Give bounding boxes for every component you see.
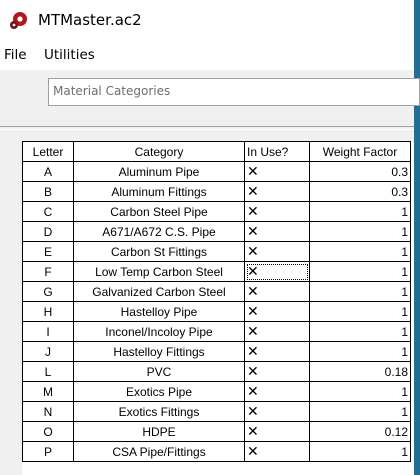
table-row[interactable]: G Galvanized Carbon Steel ✕ 1 bbox=[22, 281, 411, 302]
weight-factor-cell[interactable]: 1 bbox=[309, 341, 411, 362]
weight-factor-cell[interactable]: 1 bbox=[309, 221, 411, 242]
letter-cell[interactable]: O bbox=[22, 421, 74, 442]
weight-factor-cell[interactable]: 1 bbox=[309, 381, 411, 402]
weight-factor-cell[interactable]: 0.3 bbox=[309, 181, 411, 202]
in-use-cell[interactable]: ✕ bbox=[244, 441, 310, 462]
letter-cell[interactable]: L bbox=[22, 361, 74, 382]
weight-factor-cell[interactable]: 1 bbox=[309, 261, 411, 282]
weight-factor-cell[interactable]: 1 bbox=[309, 241, 411, 262]
weight-factor-cell[interactable]: 0.12 bbox=[309, 421, 411, 442]
category-cell[interactable]: Exotics Fittings bbox=[73, 401, 245, 422]
table-row[interactable]: B Aluminum Fittings ✕ 0.3 bbox=[22, 181, 411, 202]
category-cell[interactable]: Inconel/Incoloy Pipe bbox=[73, 321, 245, 342]
table-row[interactable]: L PVC ✕ 0.18 bbox=[22, 361, 411, 382]
menu-file[interactable]: File bbox=[4, 47, 27, 63]
in-use-cell[interactable]: ✕ bbox=[244, 281, 310, 302]
app-icon[interactable] bbox=[8, 9, 30, 31]
weight-factor-cell[interactable]: 1 bbox=[309, 201, 411, 222]
category-cell[interactable]: Aluminum Fittings bbox=[73, 181, 245, 202]
letter-cell[interactable]: J bbox=[22, 341, 74, 362]
table-row[interactable]: I Inconel/Incoloy Pipe ✕ 1 bbox=[22, 321, 411, 342]
letter-cell[interactable]: N bbox=[22, 401, 74, 422]
in-use-cell[interactable]: ✕ bbox=[244, 221, 310, 242]
separator bbox=[0, 126, 414, 130]
column-header-in-use[interactable]: In Use? bbox=[244, 141, 310, 162]
column-header-weight-factor[interactable]: Weight Factor bbox=[309, 141, 411, 162]
category-cell[interactable]: Hastelloy Pipe bbox=[73, 301, 245, 322]
letter-cell[interactable]: I bbox=[22, 321, 74, 342]
category-cell[interactable]: Galvanized Carbon Steel bbox=[73, 281, 245, 302]
table-row[interactable]: C Carbon Steel Pipe ✕ 1 bbox=[22, 201, 411, 222]
in-use-cell[interactable]: ✕ bbox=[244, 421, 310, 442]
category-cell[interactable]: Exotics Pipe bbox=[73, 381, 245, 402]
in-use-cell[interactable]: ✕ bbox=[244, 381, 310, 402]
table-row[interactable]: F Low Temp Carbon Steel ✕ 1 bbox=[22, 261, 411, 282]
table-row[interactable]: N Exotics Fittings ✕ 1 bbox=[22, 401, 411, 422]
material-categories-table: Letter Category In Use? Weight Factor AA… bbox=[22, 141, 411, 462]
category-cell[interactable]: Low Temp Carbon Steel bbox=[73, 261, 245, 282]
in-use-cell[interactable]: ✕ bbox=[244, 241, 310, 262]
table-row[interactable]: H Hastelloy Pipe ✕ 1 bbox=[22, 301, 411, 322]
material-grid-container[interactable]: Letter Category In Use? Weight Factor AA… bbox=[22, 141, 414, 475]
category-cell[interactable]: Carbon Steel Pipe bbox=[73, 201, 245, 222]
table-row[interactable]: P CSA Pipe/Fittings ✕ 1 bbox=[22, 441, 411, 462]
letter-cell[interactable]: G bbox=[22, 281, 74, 302]
table-row[interactable]: E Carbon St Fittings ✕ 1 bbox=[22, 241, 411, 262]
in-use-cell[interactable]: ✕ bbox=[244, 341, 310, 362]
letter-cell[interactable]: A bbox=[22, 161, 74, 182]
category-cell[interactable]: Aluminum Pipe bbox=[73, 161, 245, 182]
letter-cell[interactable]: P bbox=[22, 441, 74, 462]
table-row[interactable]: M Exotics Pipe ✕ 1 bbox=[22, 381, 411, 402]
letter-cell[interactable]: B bbox=[22, 181, 74, 202]
letter-cell[interactable]: H bbox=[22, 301, 74, 322]
table-row[interactable]: D A671/A672 C.S. Pipe ✕ 1 bbox=[22, 221, 411, 242]
category-cell[interactable]: CSA Pipe/Fittings bbox=[73, 441, 245, 462]
window-title: MTMaster.ac2 bbox=[38, 11, 142, 29]
category-cell[interactable]: Carbon St Fittings bbox=[73, 241, 245, 262]
weight-factor-cell[interactable]: 1 bbox=[309, 401, 411, 422]
letter-cell[interactable]: C bbox=[22, 201, 74, 222]
menu-bar: File Utilities bbox=[0, 40, 414, 70]
window-edge bbox=[414, 0, 420, 475]
in-use-cell[interactable]: ✕ bbox=[244, 161, 310, 182]
table-row[interactable]: O HDPE ✕ 0.12 bbox=[22, 421, 411, 442]
letter-cell[interactable]: D bbox=[22, 221, 74, 242]
column-header-letter[interactable]: Letter bbox=[22, 141, 74, 162]
weight-factor-cell[interactable]: 1 bbox=[309, 321, 411, 342]
letter-cell[interactable]: M bbox=[22, 381, 74, 402]
in-use-cell[interactable]: ✕ bbox=[244, 261, 310, 282]
table-row[interactable]: A Aluminum Pipe ✕ 0.3 bbox=[22, 161, 411, 182]
title-bar: MTMaster.ac2 bbox=[0, 0, 420, 40]
weight-factor-cell[interactable]: 1 bbox=[309, 281, 411, 302]
in-use-cell[interactable]: ✕ bbox=[244, 401, 310, 422]
weight-factor-cell[interactable]: 1 bbox=[309, 301, 411, 322]
in-use-cell[interactable]: ✕ bbox=[244, 201, 310, 222]
weight-factor-cell[interactable]: 0.18 bbox=[309, 361, 411, 382]
in-use-cell[interactable]: ✕ bbox=[244, 301, 310, 322]
category-cell[interactable]: PVC bbox=[73, 361, 245, 382]
weight-factor-cell[interactable]: 0.3 bbox=[309, 161, 411, 182]
category-cell[interactable]: Hastelloy Fittings bbox=[73, 341, 245, 362]
material-categories-label: Material Categories bbox=[53, 84, 171, 98]
category-cell[interactable]: A671/A672 C.S. Pipe bbox=[73, 221, 245, 242]
material-categories-box: Material Categories bbox=[48, 78, 420, 106]
weight-factor-cell[interactable]: 1 bbox=[309, 441, 411, 462]
column-header-category[interactable]: Category bbox=[73, 141, 245, 162]
table-row[interactable]: J Hastelloy Fittings ✕ 1 bbox=[22, 341, 411, 362]
letter-cell[interactable]: F bbox=[22, 261, 74, 282]
menu-utilities[interactable]: Utilities bbox=[44, 47, 95, 63]
category-cell[interactable]: HDPE bbox=[73, 421, 245, 442]
in-use-cell[interactable]: ✕ bbox=[244, 361, 310, 382]
letter-cell[interactable]: E bbox=[22, 241, 74, 262]
in-use-cell[interactable]: ✕ bbox=[244, 321, 310, 342]
in-use-cell[interactable]: ✕ bbox=[244, 181, 310, 202]
table-header-row: Letter Category In Use? Weight Factor bbox=[22, 141, 411, 162]
